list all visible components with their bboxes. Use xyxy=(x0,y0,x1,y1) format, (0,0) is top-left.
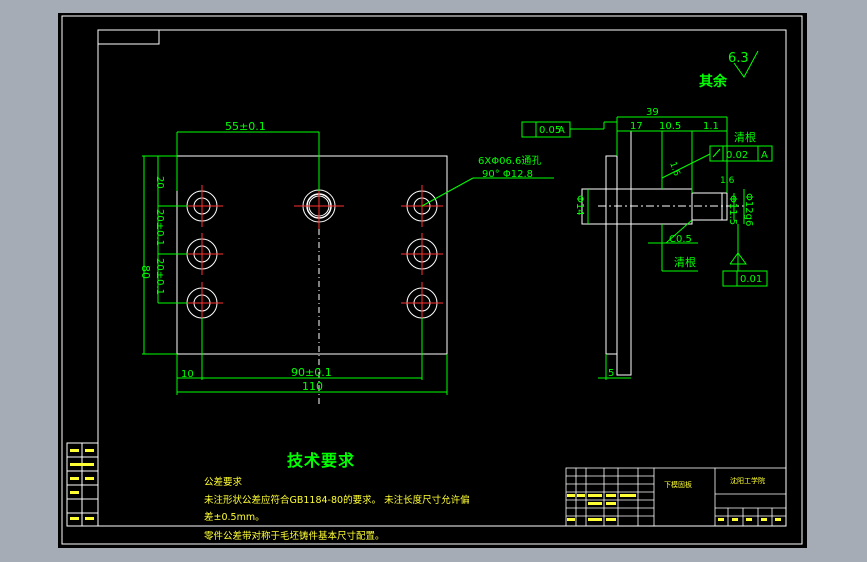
notes-line-1: 公差要求 xyxy=(204,476,243,488)
runout-value: 0.01 xyxy=(740,274,762,285)
notes-line-3: 差±0.5mm。 xyxy=(204,511,265,523)
roughness-value: 6.3 xyxy=(728,51,749,66)
title-block-school: 沈阳工学院 xyxy=(730,476,765,485)
dim-total-height-text: 80 xyxy=(139,265,152,279)
side-dim-seg2-text: 10.5 xyxy=(659,121,681,132)
dim-top-55 xyxy=(176,131,320,191)
dim-first-row-text: 20 xyxy=(154,176,165,189)
clean-root-2: 清根 xyxy=(674,255,696,269)
dia-right-2-text: Φ11.5 xyxy=(727,195,738,225)
hole-left-1 xyxy=(181,185,223,227)
hole-left-2 xyxy=(181,233,223,275)
side-dim-seg3-text: 1.1 xyxy=(703,121,719,132)
perp-value: 0.02 xyxy=(726,150,748,161)
title-block-marks xyxy=(567,494,781,521)
drawing-border-inner xyxy=(97,29,787,527)
notes-line-4: 零件公差带对称于毛坯铸件基本尺寸配置。 xyxy=(204,530,385,542)
hole-callout-line1: 6XΦ06.6通孔 xyxy=(478,155,541,167)
dim-left-offset-text: 10 xyxy=(181,369,194,380)
perp-datum: A xyxy=(761,150,768,161)
notes-title: 技术要求 xyxy=(287,451,355,470)
base-plate-section xyxy=(605,155,618,355)
flatness-datum: A xyxy=(558,125,565,136)
chamfer-text: C0.5 xyxy=(669,234,692,245)
hole-callout-leader xyxy=(421,177,554,207)
dia-right-1-text: Φ12g6 xyxy=(743,193,754,226)
notes-line-2: 未注形状公差应符合GB1184-80的要求。 未注长度尺寸允许偏 xyxy=(204,494,470,506)
drawing-border-outer xyxy=(61,15,803,545)
roughness-small-2: 1.6 xyxy=(720,176,735,186)
drawing-canvas: 55±0.1 10 90±0.1 110 80 20 20±0.1 20±0.1 xyxy=(58,13,807,548)
plate-outline xyxy=(176,155,448,355)
roughness-label: 其余 xyxy=(699,73,728,90)
dim-total-width-text: 110 xyxy=(302,380,323,393)
dim-inner-width-text: 90±0.1 xyxy=(291,366,332,379)
side-dim-seg1-text: 17 xyxy=(630,121,643,132)
dim-top-55-text: 55±0.1 xyxy=(225,120,266,133)
hole-left-3 xyxy=(181,282,223,324)
hole-callout-line2: 90° Φ12.8 xyxy=(482,169,533,180)
title-block-part-name: 下模固板 xyxy=(664,480,692,489)
clean-root-1: 清根 xyxy=(734,130,756,144)
roughness-small-1: 1.6 xyxy=(667,161,681,178)
dim-pitch-1-text: 20±0.1 xyxy=(154,209,165,246)
hole-right-2 xyxy=(401,233,443,275)
base-thickness-dim xyxy=(598,354,631,380)
dim-pitch-2-text: 20±0.1 xyxy=(154,258,165,295)
top-left-tag-box xyxy=(97,29,160,45)
plate-profile xyxy=(616,130,632,376)
base-thickness-text: 5 xyxy=(608,368,614,379)
flatness-frame xyxy=(521,121,617,138)
side-view: 39 17 10.5 1.1 0.05 A 清根 0.02 A 1.6 1.6 xyxy=(521,107,773,380)
front-view: 55±0.1 10 90±0.1 110 80 20 20±0.1 20±0.1 xyxy=(139,120,554,405)
dia-left-text: Φ14 xyxy=(574,195,585,216)
hole-right-3 xyxy=(401,282,443,324)
side-dim-overall-text: 39 xyxy=(646,107,659,118)
cad-drawing: 55±0.1 10 90±0.1 110 80 20 20±0.1 20±0.1 xyxy=(61,15,803,545)
side-strip-table xyxy=(66,442,99,527)
